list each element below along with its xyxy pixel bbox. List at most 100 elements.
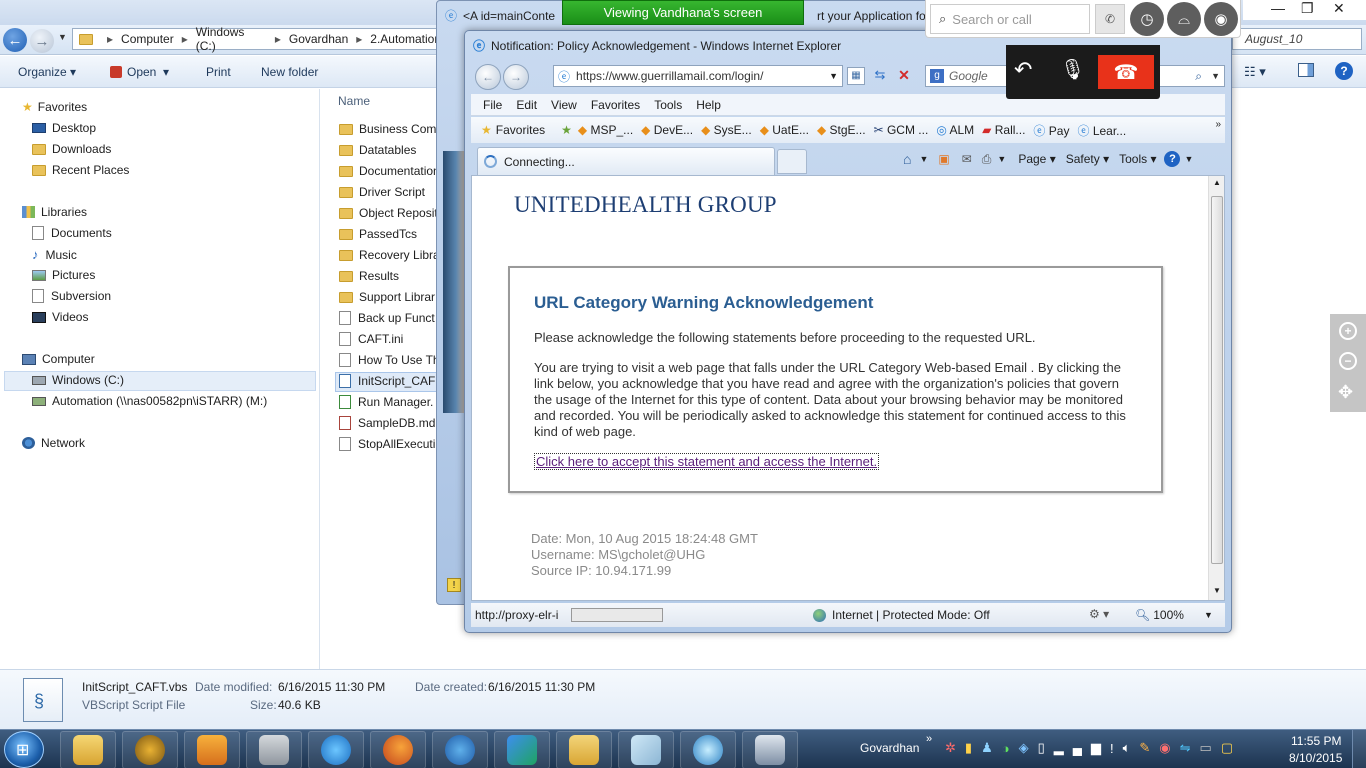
fav-link[interactable]: ▰ Rall... [982, 123, 1025, 137]
restore-icon[interactable]: ❐ [1301, 0, 1314, 17]
zoom-out-icon[interactable]: − [1339, 352, 1357, 370]
taskbar-network-app[interactable] [494, 730, 550, 768]
menu-view[interactable]: View [551, 98, 577, 112]
help-dropdown-icon[interactable]: ▼ [1184, 154, 1193, 164]
nav-item-windows-c[interactable]: Windows (C:) [32, 373, 124, 387]
history-dropdown-icon[interactable]: ▼ [58, 32, 67, 42]
back-button[interactable]: ← [3, 28, 27, 52]
nav-item-videos[interactable]: Videos [32, 310, 88, 324]
minimize-icon[interactable]: — [1271, 0, 1285, 16]
list-item[interactable]: How To Use Th [339, 353, 440, 367]
home-dropdown-icon[interactable]: ▼ [919, 154, 928, 164]
zoom-control[interactable]: 🔍︎ 100% ▼ [1135, 608, 1213, 622]
voicemail-button[interactable]: ⌓ [1167, 2, 1201, 36]
start-button[interactable]: ⊞ [4, 731, 44, 768]
tray-icon[interactable]: ▭ [1200, 740, 1221, 756]
scroll-up-icon[interactable]: ▲ [1213, 178, 1221, 187]
accept-link[interactable]: Click here to accept this statement and … [534, 453, 880, 470]
menu-help[interactable]: Help [696, 98, 721, 112]
print-button[interactable]: Print [206, 65, 231, 79]
transfer-button[interactable]: ↶ [1014, 57, 1032, 83]
fav-link[interactable]: ✂ GCM ... [874, 123, 929, 137]
list-item[interactable]: Driver Script [339, 185, 425, 199]
taskbar-explorer[interactable] [60, 730, 116, 768]
taskbar-folder[interactable] [556, 730, 612, 768]
refresh-icon[interactable]: ⇆ [871, 67, 889, 85]
column-header-name[interactable]: Name [338, 94, 370, 108]
list-item[interactable]: CAFT.ini [339, 332, 403, 346]
tray-icon[interactable]: ✲ [945, 740, 965, 756]
clock-time[interactable]: 11:55 PM [1291, 734, 1341, 748]
nav-item-pictures[interactable]: Pictures [32, 268, 95, 282]
forward-button[interactable]: → [30, 29, 54, 53]
list-item[interactable]: Documentation [339, 164, 440, 178]
tray-icon[interactable]: ◈ [1019, 740, 1038, 756]
list-item[interactable]: PassedTcs [339, 227, 417, 241]
organize-button[interactable]: Organize ▾ [18, 65, 76, 79]
stop-icon[interactable]: ✕ [895, 67, 913, 85]
menu-edit[interactable]: Edit [516, 98, 537, 112]
security-zone[interactable]: Internet | Protected Mode: Off [813, 608, 990, 622]
popup-blocker-icon[interactable]: ⚙ ▾ [1089, 607, 1109, 621]
print-icon[interactable]: ⎙ [982, 152, 992, 167]
nav-item-desktop[interactable]: Desktop [32, 121, 96, 135]
fav-link[interactable]: ◎ ALM [936, 123, 974, 137]
scrollbar-thumb[interactable] [1211, 196, 1223, 564]
ie-address-bar[interactable]: ⓔ https://www.guerrillamail.com/login/ ▼ [553, 65, 843, 87]
ie-forward-button[interactable]: → [503, 64, 529, 90]
vertical-scrollbar[interactable]: ▲ ▼ [1208, 176, 1224, 600]
taskbar-notes[interactable] [618, 730, 674, 768]
menu-tools[interactable]: Tools [654, 98, 682, 112]
page-menu[interactable]: Page ▾ [1018, 152, 1055, 166]
nav-item-recent-places[interactable]: Recent Places [32, 163, 129, 177]
taskbar-database[interactable] [246, 730, 302, 768]
favorites-button[interactable]: ★ Favorites [481, 123, 545, 137]
nav-item-subversion[interactable]: Subversion [32, 289, 111, 303]
list-item[interactable]: Recovery Libra [339, 248, 440, 262]
new-folder-button[interactable]: New folder [261, 65, 318, 79]
fav-link[interactable]: ◆ UatE... [760, 123, 809, 137]
breadcrumb-item[interactable]: 2.Automation [370, 32, 441, 46]
pan-icon[interactable]: ✥ [1338, 382, 1353, 403]
help-icon[interactable]: ? [1335, 62, 1353, 80]
volume-icon[interactable]: 🔈︎ [1123, 740, 1140, 756]
list-item[interactable]: Business Comp [339, 122, 443, 136]
tray-icon[interactable]: ▯ [1038, 740, 1054, 756]
breadcrumb[interactable]: ▸ Computer ▸ Windows (C:) ▸ Govardhan ▸ … [72, 25, 442, 53]
hangup-button[interactable]: ☎ [1098, 55, 1154, 89]
nav-item-documents[interactable]: Documents [32, 226, 112, 240]
show-desktop-button[interactable] [1352, 730, 1366, 768]
new-tab-button[interactable] [777, 149, 807, 174]
fav-link[interactable]: ◆ DevE... [641, 123, 693, 137]
tray-icon[interactable]: ! [1110, 741, 1123, 756]
fav-link[interactable]: ⓔ Pay [1033, 122, 1069, 139]
read-mail-icon[interactable]: ✉ [962, 152, 972, 166]
toolbar-expand-icon[interactable]: » [926, 733, 932, 745]
help-icon[interactable]: ? [1164, 151, 1181, 167]
zoom-in-icon[interactable]: + [1339, 322, 1357, 340]
breadcrumb-item[interactable]: Govardhan [289, 32, 348, 46]
mute-button[interactable]: 🎙︎ [1060, 57, 1085, 82]
taskbar-ultraedit[interactable] [122, 730, 178, 768]
list-item[interactable]: SampleDB.md [339, 416, 435, 430]
list-item[interactable]: Support Librar [339, 290, 435, 304]
history-button[interactable]: ◷ [1130, 2, 1164, 36]
tray-icon[interactable]: ✎ [1139, 740, 1159, 756]
search-icon[interactable]: ⌕ [1195, 69, 1202, 84]
ie-tab[interactable]: Connecting... [477, 147, 775, 175]
call-search-input[interactable]: ⌕ Search or call [930, 4, 1090, 34]
tray-icon[interactable]: ◉ [1159, 740, 1179, 756]
open-button[interactable]: Open ▾ [110, 65, 169, 79]
clock-date[interactable]: 8/10/2015 [1289, 751, 1342, 765]
taskbar-firefox[interactable] [370, 730, 426, 768]
more-favorites-icon[interactable]: » [1215, 119, 1221, 130]
tools-menu[interactable]: Tools ▾ [1119, 152, 1156, 166]
list-item[interactable]: Datatables [339, 143, 416, 157]
breadcrumb-item[interactable]: Windows (C:) [196, 25, 267, 53]
search-dropdown-icon[interactable]: ▼ [1211, 71, 1220, 81]
tray-icon[interactable]: ▢ [1221, 740, 1242, 756]
ie-back-button[interactable]: ← [475, 64, 501, 90]
feeds-icon[interactable]: ▣ [938, 152, 949, 166]
safety-menu[interactable]: Safety ▾ [1066, 152, 1109, 166]
list-item[interactable]: StopAllExecuti [339, 437, 435, 451]
